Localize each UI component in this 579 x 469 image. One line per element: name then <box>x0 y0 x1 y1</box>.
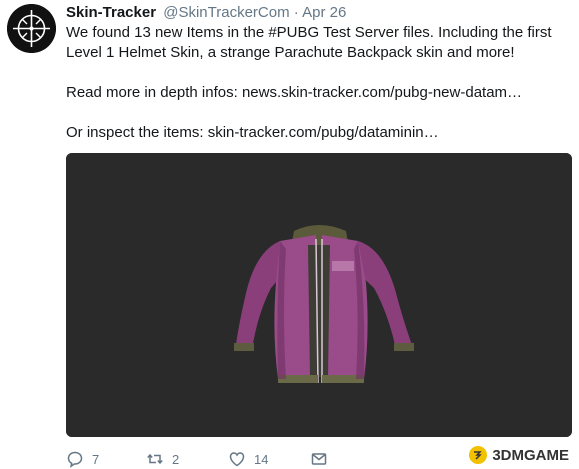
display-name[interactable]: Skin-Tracker <box>66 4 156 21</box>
crosshair-logo-icon <box>7 4 56 53</box>
tweet-actions: 7 2 14 <box>66 449 328 469</box>
tweet-text: We found 13 new Items in the #PUBG Test … <box>66 23 571 143</box>
like-icon <box>229 452 245 467</box>
watermark-text: 3DMGAME <box>492 446 569 464</box>
like-button[interactable]: 14 <box>228 450 310 468</box>
read-more-prefix: Read more in depth infos: <box>66 84 242 101</box>
tweet-text-inspect: Or inspect the items: skin-tracker.com/p… <box>66 123 571 143</box>
message-button[interactable] <box>310 450 328 468</box>
reply-count: 7 <box>92 451 100 467</box>
tweet-text-paragraph: We found 13 new Items in the #PUBG Test … <box>66 24 552 61</box>
like-count: 14 <box>254 451 269 467</box>
retweet-icon <box>147 453 163 465</box>
retweet-button[interactable]: 2 <box>146 450 228 468</box>
tweet-text-read-more: Read more in depth infos: news.skin-trac… <box>66 83 571 103</box>
user-handle[interactable]: @SkinTrackerCom <box>163 4 289 21</box>
reply-button[interactable]: 7 <box>66 450 146 468</box>
separator-dot: · <box>293 4 299 21</box>
avatar[interactable] <box>7 4 56 53</box>
items-link[interactable]: skin-tracker.com/pubg/dataminin… <box>208 124 439 141</box>
tweet-date[interactable]: Apr 26 <box>302 4 346 21</box>
news-link[interactable]: news.skin-tracker.com/pubg-new-datam… <box>242 84 522 101</box>
message-icon <box>311 453 327 465</box>
inspect-prefix: Or inspect the items: <box>66 124 208 141</box>
tweet-header: Skin-Tracker @SkinTrackerCom · Apr 26 <box>66 3 346 23</box>
tweet-card: Skin-Tracker @SkinTrackerCom · Apr 26 We… <box>0 0 579 469</box>
watermark: 3DMGAME <box>468 445 569 465</box>
jacket-image <box>66 153 572 437</box>
reply-icon <box>67 451 83 468</box>
retweet-count: 2 <box>172 451 180 467</box>
tweet-media-image[interactable] <box>66 153 572 437</box>
3dm-logo-icon <box>469 446 488 464</box>
